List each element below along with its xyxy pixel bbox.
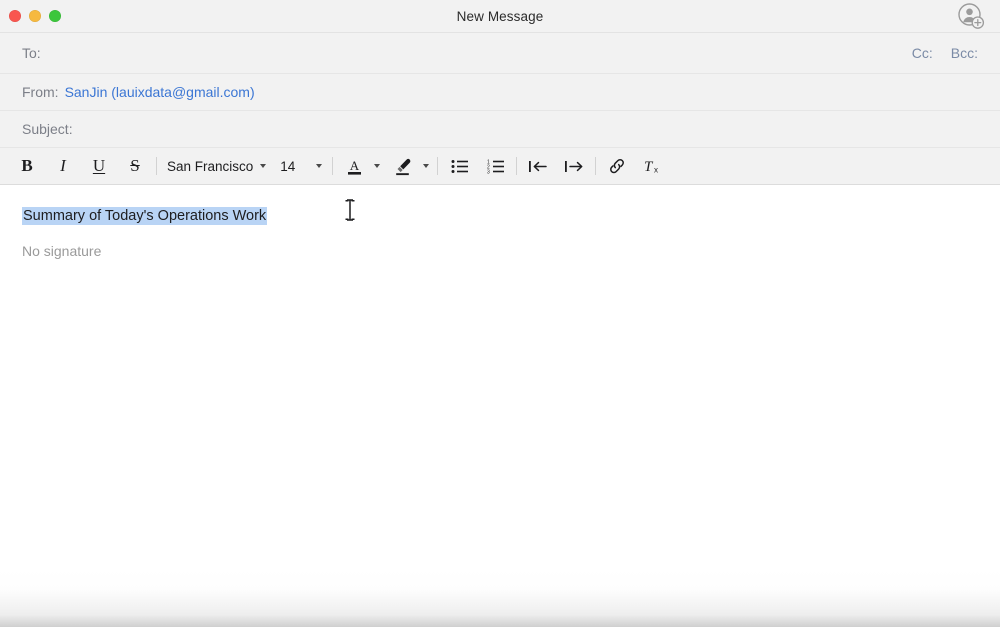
text-color-icon: A: [341, 153, 367, 179]
svg-text:3: 3: [487, 169, 490, 174]
close-button[interactable]: [9, 10, 21, 22]
strikethrough-button[interactable]: S: [122, 153, 148, 179]
compose-window: New Message To: Cc: Bcc: From: SanJin (l…: [0, 0, 1000, 627]
outdent-button[interactable]: [525, 153, 551, 179]
message-text[interactable]: Summary of Today's Operations Work: [22, 207, 268, 225]
bold-button[interactable]: B: [14, 153, 40, 179]
svg-text:T: T: [644, 159, 654, 175]
font-size-select[interactable]: 14: [278, 159, 324, 174]
cc-bcc-group: Cc: Bcc:: [912, 45, 978, 61]
title-bar: New Message: [0, 0, 1000, 33]
text-color-button[interactable]: A: [341, 153, 381, 179]
title-bar-actions: [956, 1, 1000, 31]
bcc-button[interactable]: Bcc:: [951, 45, 978, 61]
underline-button[interactable]: U: [86, 153, 112, 179]
from-label: From:: [22, 84, 59, 100]
subject-input[interactable]: [72, 111, 978, 147]
font-family-label: San Francisco: [167, 158, 254, 174]
subject-field-row[interactable]: Subject:: [0, 111, 1000, 148]
numbered-list-button[interactable]: 1 2 3: [482, 153, 508, 179]
message-body-area[interactable]: Summary of Today's Operations Work No si…: [0, 185, 1000, 627]
indent-button[interactable]: [561, 153, 587, 179]
to-field-row[interactable]: To: Cc: Bcc:: [0, 33, 1000, 74]
subject-label: Subject:: [22, 121, 73, 137]
chevron-down-icon: [260, 164, 267, 168]
zoom-button[interactable]: [49, 10, 61, 22]
font-size-label: 14: [280, 158, 296, 174]
clear-formatting-button[interactable]: T x: [640, 153, 666, 179]
highlighter-icon: [390, 153, 416, 179]
cc-button[interactable]: Cc:: [912, 45, 933, 61]
signature-text[interactable]: No signature: [22, 243, 978, 259]
toolbar-divider: [516, 157, 518, 175]
from-value[interactable]: SanJin (lauixdata@gmail.com): [65, 84, 255, 100]
to-input[interactable]: [40, 33, 912, 73]
svg-text:x: x: [654, 166, 658, 175]
window-title: New Message: [456, 8, 544, 24]
message-text-line[interactable]: Summary of Today's Operations Work: [22, 207, 978, 227]
chevron-down-icon: [423, 164, 430, 168]
person-add-icon[interactable]: [956, 1, 986, 31]
chevron-down-icon: [316, 164, 323, 168]
font-family-select[interactable]: San Francisco: [165, 159, 268, 174]
highlight-color-button[interactable]: [390, 153, 430, 179]
toolbar-divider: [595, 157, 597, 175]
traffic-light-group: [0, 10, 61, 22]
toolbar-divider: [332, 157, 334, 175]
bulleted-list-button[interactable]: [446, 153, 472, 179]
chevron-down-icon: [374, 164, 381, 168]
svg-text:A: A: [350, 158, 360, 173]
to-label: To:: [22, 45, 41, 61]
from-field-row[interactable]: From: SanJin (lauixdata@gmail.com): [0, 74, 1000, 111]
toolbar-divider: [437, 157, 439, 175]
formatting-toolbar: B I U S San Francisco 14 A 1 2 3 T x: [0, 148, 1000, 185]
italic-button[interactable]: I: [50, 153, 76, 179]
toolbar-divider: [156, 157, 157, 175]
minimize-button[interactable]: [29, 10, 41, 22]
insert-link-button[interactable]: [604, 153, 630, 179]
